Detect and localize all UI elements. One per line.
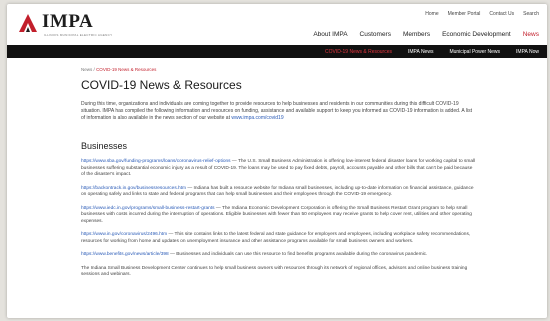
logo-tagline: ILLINOIS MUNICIPAL ELECTRIC AGENCY: [44, 33, 113, 37]
utility-link-home[interactable]: Home: [425, 11, 438, 17]
main-content: News / COVID-19 News & Resources COVID-1…: [81, 67, 531, 279]
resource-paragraph: The Indiana Small Business Development C…: [81, 266, 476, 279]
impa-logo[interactable]: IMPA ILLINOIS MUNICIPAL ELECTRIC AGENCY: [17, 11, 112, 37]
sub-nav: COVID-19 News & Resources IMPA News Muni…: [325, 45, 539, 58]
impa-logo-icon: [19, 14, 37, 32]
resource-paragraph: https://www.iedc.in.gov/programs/small-b…: [81, 206, 476, 226]
resource-text: The Indiana Small Business Development C…: [81, 265, 468, 278]
logo-text: IMPA: [42, 11, 94, 32]
utility-link-search[interactable]: Search: [523, 11, 539, 17]
subnav-municipal-power-news[interactable]: Municipal Power News: [449, 49, 500, 55]
intro-link[interactable]: www.impa.com/covid19: [231, 115, 283, 121]
breadcrumb-news[interactable]: News: [81, 67, 92, 72]
subnav-impa-news[interactable]: IMPA News: [408, 49, 433, 55]
resource-link[interactable]: https://www.sba.gov/funding-programs/loa…: [81, 159, 231, 164]
nav-economic-development[interactable]: Economic Development: [442, 31, 511, 38]
resource-paragraph: https://www.sba.gov/funding-programs/loa…: [81, 159, 476, 179]
sub-nav-bar: COVID-19 News & Resources IMPA News Muni…: [7, 45, 547, 58]
breadcrumb-separator: /: [93, 67, 95, 72]
breadcrumb-current: COVID-19 News & Resources: [96, 67, 157, 72]
subnav-impa-now[interactable]: IMPA Now: [516, 49, 539, 55]
breadcrumb: News / COVID-19 News & Resources: [81, 67, 531, 72]
main-nav: About IMPA Customers Members Economic De…: [313, 31, 539, 38]
resource-paragraph: https://www.benefits.gov/news/article/39…: [81, 252, 476, 259]
resource-paragraph: https://backontrack.in.gov/businessresou…: [81, 186, 476, 199]
nav-about[interactable]: About IMPA: [313, 31, 347, 38]
resource-link[interactable]: https://backontrack.in.gov/businessresou…: [81, 186, 186, 191]
web-page: IMPA ILLINOIS MUNICIPAL ELECTRIC AGENCY …: [7, 4, 547, 318]
utility-link-member-portal[interactable]: Member Portal: [448, 11, 481, 17]
nav-customers[interactable]: Customers: [360, 31, 391, 38]
subnav-covid19[interactable]: COVID-19 News & Resources: [325, 49, 392, 55]
page-title: COVID-19 News & Resources: [81, 78, 242, 92]
utility-link-contact[interactable]: Contact Us: [489, 11, 514, 17]
section-heading-businesses: Businesses: [81, 141, 128, 152]
nav-news[interactable]: News: [523, 31, 539, 38]
resource-text: — Businesses and individuals can use thi…: [168, 252, 428, 258]
nav-members[interactable]: Members: [403, 31, 430, 38]
intro-paragraph: During this time, organizations and indi…: [81, 101, 473, 121]
resource-link[interactable]: https://www.iedc.in.gov/programs/small-b…: [81, 206, 215, 211]
resource-link[interactable]: https://www.in.gov/coronavirus/2496.htm: [81, 232, 167, 237]
utility-nav: Home Member Portal Contact Us Search: [425, 11, 539, 17]
resource-link[interactable]: https://www.benefits.gov/news/article/39…: [81, 252, 169, 257]
resource-paragraph: https://www.in.gov/coronavirus/2496.htm …: [81, 232, 476, 245]
